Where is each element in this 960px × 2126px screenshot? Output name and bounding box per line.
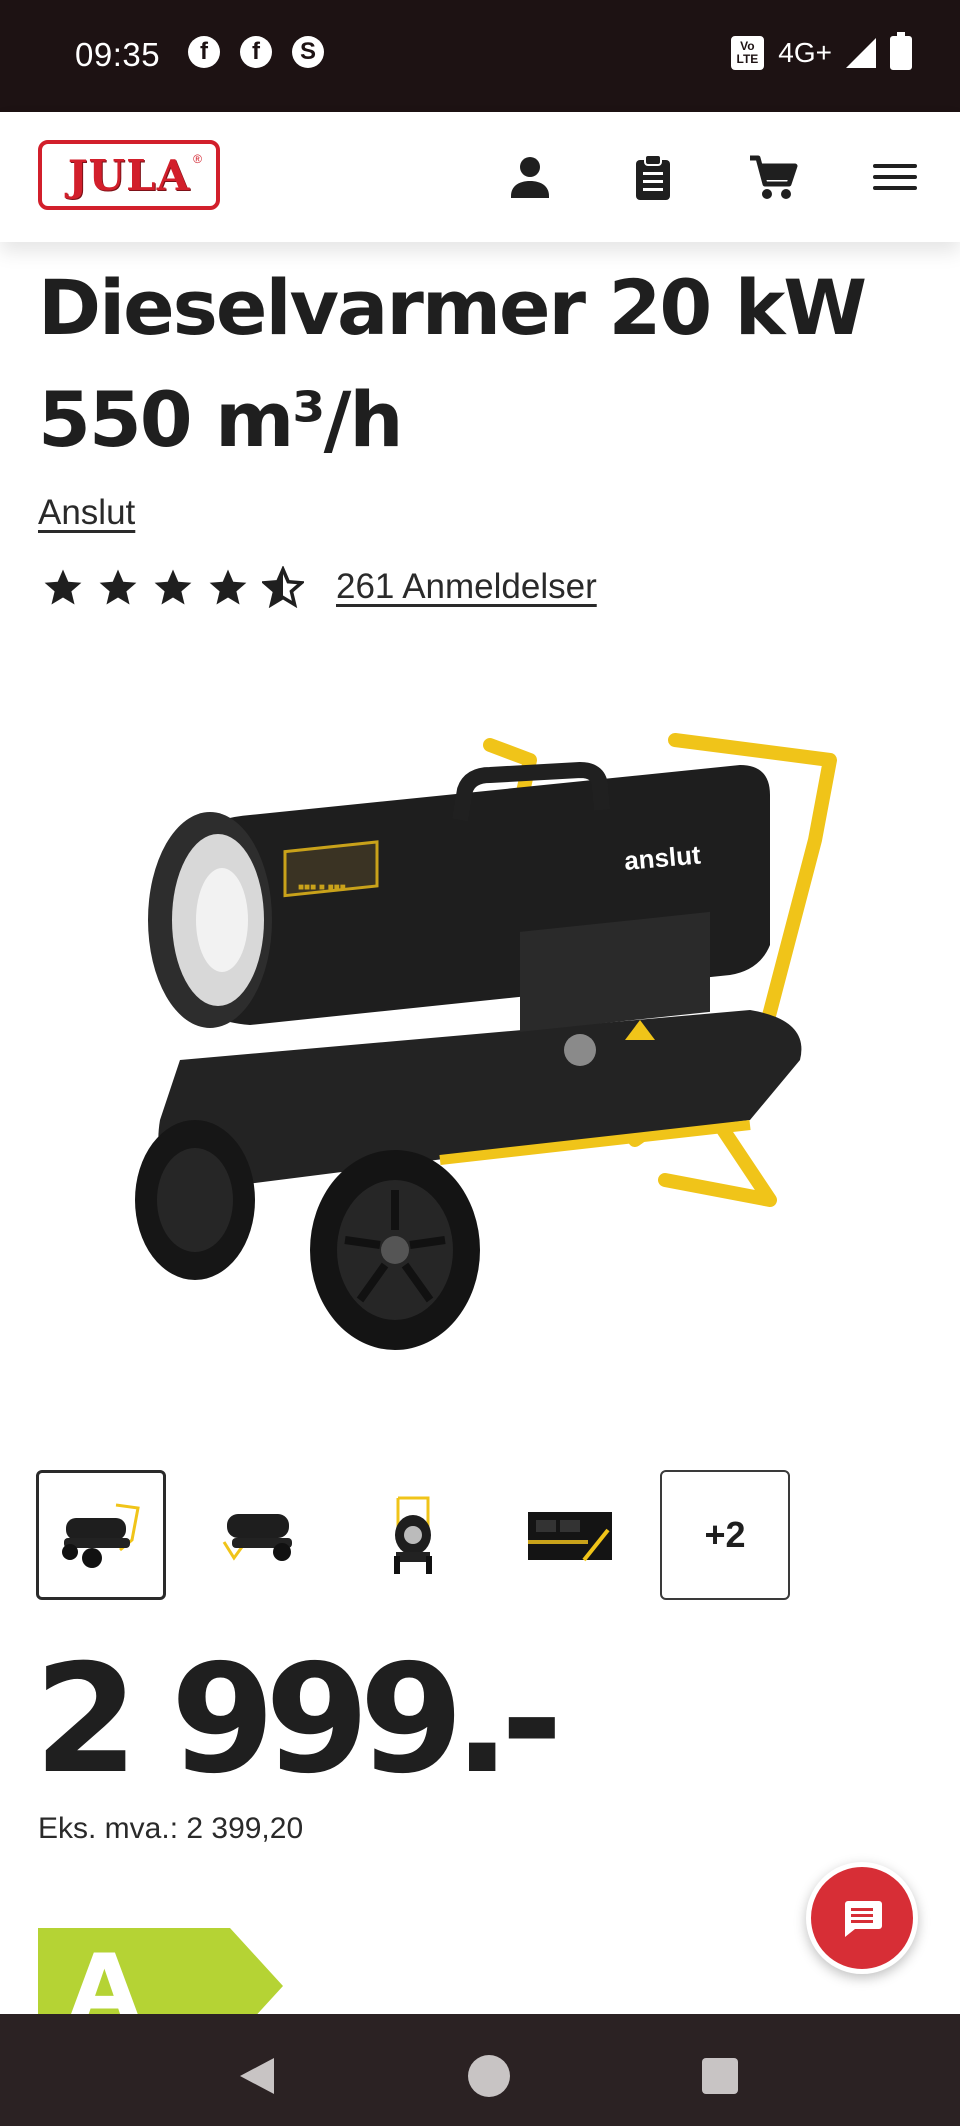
system-navigation-bar (0, 2014, 960, 2126)
product-image[interactable]: ■■■ ■ ■■■ anslut (110, 720, 840, 1380)
facebook-icon: f (188, 36, 220, 68)
battery-icon (890, 32, 912, 70)
price-ex-vat: Eks. mva.: 2 399,20 (38, 1812, 304, 1845)
menu-icon[interactable] (870, 152, 920, 202)
facebook-icon: f (240, 36, 272, 68)
sync-icon: S (292, 36, 324, 68)
thumbnail-2[interactable] (192, 1470, 322, 1600)
more-images-button[interactable]: +2 (660, 1470, 790, 1600)
rating-stars (42, 566, 304, 608)
product-title: Dieselvarmer 20 kW 550 m³/h (38, 263, 867, 464)
thumbnail-control-panel-icon (528, 1512, 612, 1562)
network-type: 4G+ (778, 37, 832, 68)
notification-icons: f f S (188, 36, 324, 68)
status-right: Vo LTE 4G+ (730, 32, 912, 70)
thumbnail-4[interactable] (504, 1470, 634, 1600)
cart-icon[interactable] (748, 152, 798, 202)
star-icon (209, 569, 247, 605)
back-icon[interactable] (238, 2056, 276, 2096)
chat-bubble-icon (845, 1901, 882, 1937)
star-icon (99, 569, 137, 605)
thumbnail-heater-front-icon (394, 1496, 432, 1574)
image-thumbnails: +2 (36, 1470, 790, 1600)
product-price: 2 999.- (34, 1633, 563, 1807)
thumbnail-1[interactable] (36, 1470, 166, 1600)
status-time: 09:35 (75, 36, 161, 73)
logo-registered-mark: ® (193, 152, 202, 166)
status-bar: 09:35 f f S Vo LTE 4G+ (0, 0, 960, 112)
home-icon[interactable] (468, 2055, 510, 2097)
clipboard-icon[interactable] (628, 152, 678, 202)
recent-apps-icon[interactable] (702, 2058, 738, 2094)
heater-label-text: ■■■ ■ ■■■ (298, 882, 346, 893)
reviews-link[interactable]: 261 Anmeldelser (336, 567, 597, 607)
site-header: JULA ® (0, 112, 960, 242)
chat-button[interactable] (806, 1862, 918, 1974)
thumbnail-3[interactable] (348, 1470, 478, 1600)
volte-icon: Vo LTE (730, 36, 765, 70)
thumbnail-heater-side-icon (222, 1514, 292, 1561)
jula-logo[interactable]: JULA ® (38, 140, 220, 210)
logo-text: JULA (67, 150, 191, 200)
star-icon (44, 569, 82, 605)
thumbnail-heater-icon (62, 1503, 140, 1568)
half-star-icon (262, 566, 304, 608)
person-icon[interactable] (505, 152, 555, 202)
product-rating: 261 Anmeldelser (42, 566, 597, 608)
star-icon (154, 569, 192, 605)
brand-link[interactable]: Anslut (38, 493, 135, 533)
energy-class-label[interactable]: A (38, 1928, 283, 2040)
signal-icon (846, 38, 876, 68)
